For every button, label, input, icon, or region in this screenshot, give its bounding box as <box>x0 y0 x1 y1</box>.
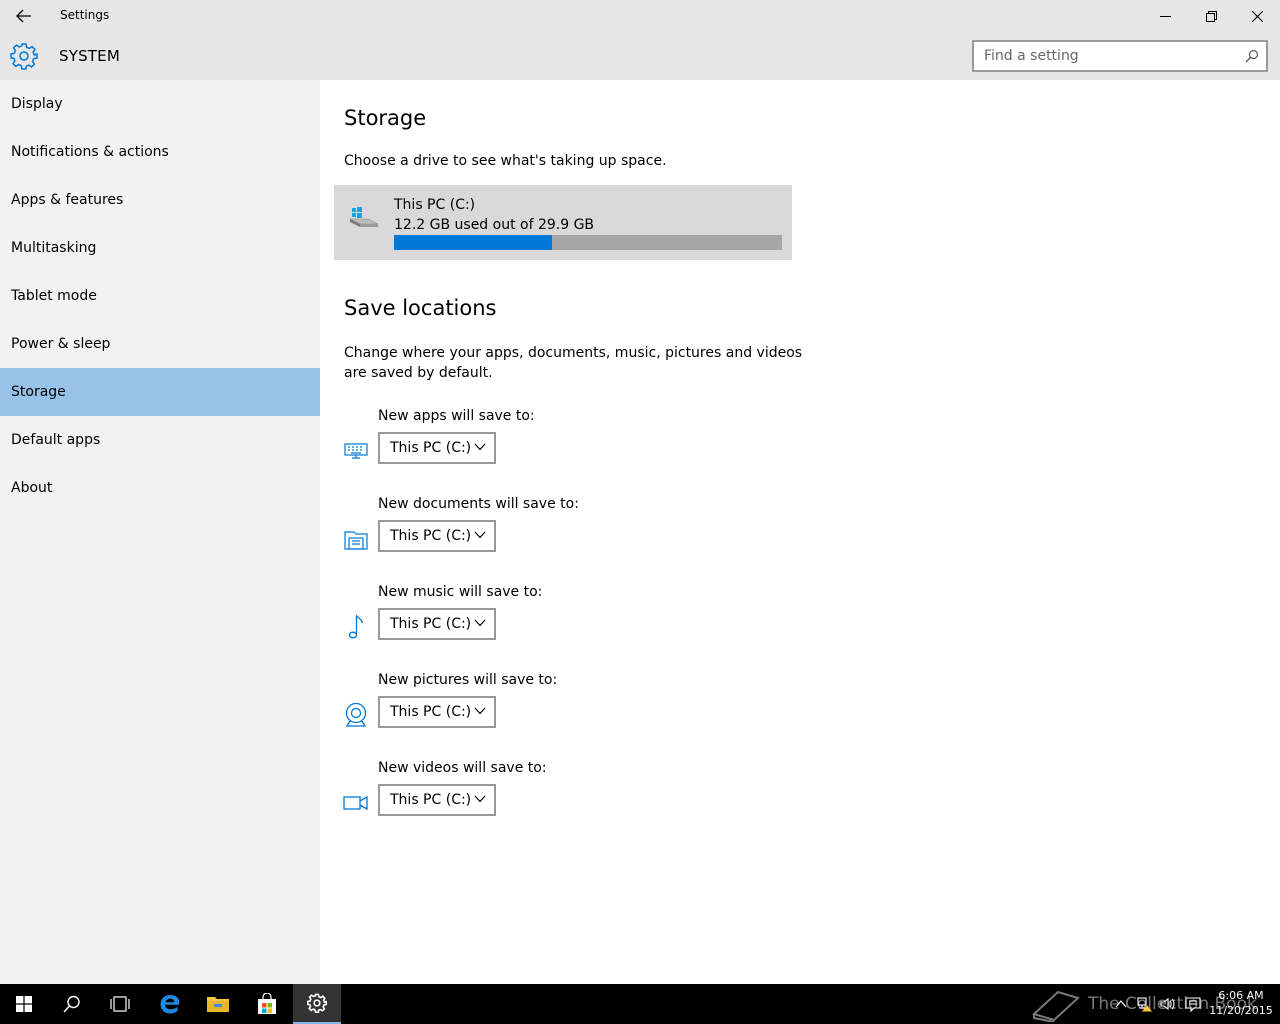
sidebar-nav: Display Notifications & actions Apps & f… <box>0 80 320 984</box>
network-icon[interactable] <box>1136 996 1152 1012</box>
task-view-button[interactable] <box>96 984 144 1024</box>
page-title: Storage <box>344 106 427 130</box>
webcam-icon <box>342 702 370 728</box>
sidebar-item-multitasking[interactable]: Multitasking <box>0 224 320 272</box>
search-box[interactable] <box>972 40 1268 72</box>
volume-icon[interactable] <box>1160 996 1176 1012</box>
documents-location-dropdown[interactable]: This PC (C:) <box>378 520 496 552</box>
search-icon <box>63 995 80 1013</box>
save-locations-desc-line1: Change where your apps, documents, music… <box>344 345 803 361</box>
sidebar-item-tablet-mode[interactable]: Tablet mode <box>0 272 320 320</box>
drive-usage-text: 12.2 GB used out of 29.9 GB <box>394 217 595 233</box>
apps-location-value: This PC (C:) <box>390 440 472 456</box>
restore-button[interactable] <box>1188 0 1234 32</box>
settings-app-button[interactable] <box>293 984 341 1024</box>
chevron-down-icon <box>474 531 486 539</box>
edge-browser-button[interactable] <box>146 984 194 1024</box>
clock-date: 11/20/2015 <box>1209 1004 1273 1017</box>
save-locations-title: Save locations <box>344 296 497 320</box>
restore-icon <box>1205 10 1217 22</box>
action-center-icon[interactable] <box>1185 996 1201 1012</box>
close-icon <box>1251 10 1263 22</box>
save-row-apps: New apps will save to: This PC (C:) <box>342 408 842 478</box>
storage-subtitle: Choose a drive to see what's taking up s… <box>344 153 667 169</box>
pictures-location-value: This PC (C:) <box>390 704 472 720</box>
edge-browser-icon <box>160 995 180 1014</box>
search-icon[interactable] <box>1245 49 1259 63</box>
store-button[interactable] <box>243 984 291 1024</box>
sidebar-item-default-apps[interactable]: Default apps <box>0 416 320 464</box>
start-button[interactable] <box>0 984 48 1024</box>
main-content: Storage Choose a drive to see what's tak… <box>320 80 1280 984</box>
drive-usage-fill <box>394 235 553 250</box>
chevron-up-icon[interactable] <box>1113 996 1129 1012</box>
settings-header: SYSTEM <box>0 32 1280 80</box>
sidebar-item-storage[interactable]: Storage <box>0 368 320 416</box>
clock-time: 6:06 AM <box>1218 989 1264 1002</box>
save-row-documents: New documents will save to: This PC (C:) <box>342 496 842 566</box>
save-row-videos: New videos will save to: This PC (C:) <box>342 760 842 830</box>
minimize-icon <box>1159 15 1171 17</box>
chevron-down-icon <box>474 443 486 451</box>
music-location-value: This PC (C:) <box>390 616 472 632</box>
taskbar: The Collection Book 6:06 AM 11/20/2015 <box>0 984 1280 1024</box>
taskbar-search-button[interactable] <box>48 984 96 1024</box>
back-button[interactable] <box>8 4 40 28</box>
chevron-down-icon <box>474 707 486 715</box>
save-row-music: New music will save to: This PC (C:) <box>342 584 842 654</box>
window-title: Settings <box>60 8 110 22</box>
sidebar-item-notifications[interactable]: Notifications & actions <box>0 128 320 176</box>
task-view-icon <box>110 996 130 1012</box>
music-location-dropdown[interactable]: This PC (C:) <box>378 608 496 640</box>
store-bag-icon <box>258 993 276 1014</box>
sidebar-item-power-sleep[interactable]: Power & sleep <box>0 320 320 368</box>
back-arrow-icon <box>16 9 31 23</box>
documents-location-value: This PC (C:) <box>390 528 472 544</box>
title-bar: Settings <box>0 0 1280 32</box>
save-label-pictures: New pictures will save to: <box>378 672 558 688</box>
save-label-documents: New documents will save to: <box>378 496 579 512</box>
gear-icon <box>307 993 327 1013</box>
save-label-apps: New apps will save to: <box>378 408 535 424</box>
drive-usage-bar <box>394 235 782 250</box>
sidebar-item-apps-features[interactable]: Apps & features <box>0 176 320 224</box>
hard-drive-icon <box>349 207 379 227</box>
drive-card-c[interactable]: This PC (C:) 12.2 GB used out of 29.9 GB <box>334 185 792 260</box>
search-input[interactable] <box>974 42 1234 70</box>
video-camera-icon <box>342 790 370 816</box>
sidebar-item-about[interactable]: About <box>0 464 320 512</box>
close-button[interactable] <box>1234 0 1280 32</box>
tray-clock[interactable]: 6:06 AM 11/20/2015 <box>1208 988 1274 1018</box>
keyboard-icon <box>342 438 370 464</box>
pictures-location-dropdown[interactable]: This PC (C:) <box>378 696 496 728</box>
book-logo-icon <box>1032 990 1080 1022</box>
drive-name: This PC (C:) <box>394 197 476 213</box>
gear-icon <box>10 43 38 70</box>
save-locations-desc-line2: are saved by default. <box>344 365 493 381</box>
documents-icon <box>342 526 370 552</box>
chevron-down-icon <box>474 619 486 627</box>
music-note-icon <box>342 614 370 640</box>
file-explorer-button[interactable] <box>194 984 242 1024</box>
windows-logo-icon <box>16 996 32 1012</box>
videos-location-value: This PC (C:) <box>390 792 472 808</box>
folder-icon <box>207 997 229 1012</box>
minimize-button[interactable] <box>1142 0 1188 32</box>
save-label-music: New music will save to: <box>378 584 543 600</box>
sidebar-item-display[interactable]: Display <box>0 80 320 128</box>
save-row-pictures: New pictures will save to: This PC (C:) <box>342 672 842 742</box>
save-label-videos: New videos will save to: <box>378 760 547 776</box>
chevron-down-icon <box>474 795 486 803</box>
videos-location-dropdown[interactable]: This PC (C:) <box>378 784 496 816</box>
apps-location-dropdown[interactable]: This PC (C:) <box>378 432 496 464</box>
section-title: SYSTEM <box>59 47 120 65</box>
